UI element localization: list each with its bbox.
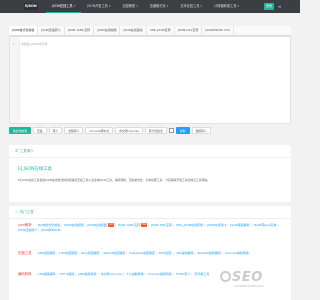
- keep-escape-checkbox[interactable]: [168, 128, 174, 133]
- format-validate-button[interactable]: 格式化校验: [9, 127, 31, 134]
- tool-link[interactable]: JSON在线编辑: [64, 223, 83, 227]
- nav-item-json-tools[interactable]: JSON在线工具▾: [46, 0, 82, 13]
- tool-link[interactable]: XML_JSON在线转换: [176, 223, 203, 227]
- hot-row-json: json解析： JSON格式化校验| JSON在线编辑| JSON在线视图 Ho…: [18, 223, 279, 232]
- category-label: json解析: [18, 223, 32, 227]
- tool-link[interactable]: GBK编码转换: [78, 272, 96, 276]
- tool-link[interactable]: JSON逐层解析: [230, 223, 249, 227]
- tool-link[interactable]: 字符串工具: [194, 272, 209, 276]
- watermark-text: SEO: [232, 270, 263, 285]
- json-input-editor[interactable]: 1 请粘贴入JSON字符串: [9, 36, 291, 124]
- chevron-down-icon: ▾: [166, 4, 169, 8]
- top-navbar: EJSON JSON在线工具▾ JSON开发工具▾ 加密解密▾ 压缩格式化▾ 文…: [0, 0, 300, 13]
- tool-link[interactable]: JSON格式化校验: [38, 223, 60, 227]
- tool-link[interactable]: JSON转EXCEL: [41, 228, 61, 232]
- unescape-button[interactable]: 去除转义: [64, 127, 84, 134]
- tab-format-validate[interactable]: JSON格式化校验: [9, 26, 39, 35]
- category-label: 压缩工具: [18, 251, 32, 255]
- tool-link[interactable]: DES加密解密: [59, 251, 77, 255]
- tool-link[interactable]: 中文转Unicode: [101, 272, 122, 276]
- chevron-down-icon: ▾: [237, 4, 239, 8]
- tool-link[interactable]: JSON XML互转: [151, 223, 172, 227]
- tool-link[interactable]: JSON在线视图: [87, 223, 106, 227]
- login-button[interactable]: 登录: [264, 3, 274, 10]
- tool-link[interactable]: UTF-8编码: [59, 272, 74, 276]
- seo-watermark: SEO GUANGZHOUSEO.COM: [218, 268, 294, 292]
- tool-link[interactable]: RC4加密解密: [82, 251, 100, 255]
- nav-label: 计算器转换工具: [214, 4, 237, 8]
- hot-heading-text: 热门工具: [20, 210, 34, 214]
- chevron-down-icon: ▾: [108, 4, 111, 8]
- tool-link[interactable]: JSON在线对比: [207, 223, 226, 227]
- tool-tabs: JSON格式化校验 JSON压缩转义 JSON YAML互转 JSON在线编辑 …: [9, 26, 291, 36]
- keep-escape-label: 保留转义: [191, 127, 211, 134]
- nav-item-text[interactable]: 文本在线工具▾: [174, 0, 208, 13]
- tool-link[interactable]: MD5加密: [159, 251, 172, 255]
- tool-link[interactable]: AES加密解密: [38, 251, 56, 255]
- tool-link[interactable]: Rabbit加密解密: [103, 251, 125, 255]
- line-number: 1: [13, 42, 15, 46]
- nav-label: 加密解密: [122, 4, 136, 8]
- nav-item-encrypt[interactable]: 加密解密▾: [116, 0, 143, 13]
- tool-link[interactable]: JSON YAML互转: [118, 223, 140, 227]
- tool-link[interactable]: HTML转义: [176, 272, 190, 276]
- document-icon: ☰: [15, 149, 19, 153]
- action-toolbar: 格式化校验 压缩 转义 去除转义 Unicode转中文 中文转Unicode 转…: [9, 127, 211, 134]
- compress-button[interactable]: 压缩: [33, 127, 47, 134]
- tab-json-beautify[interactable]: JSON在线美化: [120, 26, 147, 35]
- copy-button[interactable]: 复制: [175, 127, 190, 134]
- intro-text: EJ JSON在线工具提供JSON在线格式校验和美化压缩工具以及多种JSON工具…: [18, 178, 210, 182]
- hot-row-crypto: 压缩工具： AES加密解密| DES加密解密| RC4加密解密| Rabbit加…: [18, 251, 249, 255]
- hot-badge: Hot: [107, 223, 114, 227]
- nav-label: JSON开发工具: [87, 4, 108, 8]
- intro-title: EJ JSON在线工具: [18, 167, 52, 172]
- chevron-down-icon: ▾: [200, 4, 203, 8]
- main-nav: JSON在线工具▾ JSON开发工具▾ 加密解密▾ 压缩格式化▾ 文本在线工具▾…: [46, 0, 245, 13]
- tool-link[interactable]: Base64编码解码: [198, 251, 221, 255]
- intro-heading: ☰ 工具简介: [9, 145, 291, 158]
- watermark-subtext: GUANGZHOUSEO.COM: [234, 285, 264, 288]
- tab-xml-json[interactable]: XML-JSON互转: [147, 26, 175, 35]
- tool-link[interactable]: URL编码解码: [38, 272, 56, 276]
- tab-json-yaml[interactable]: JSON YAML互转: [65, 26, 95, 35]
- plain-format-button[interactable]: 转为无格式: [144, 127, 167, 134]
- escape-button[interactable]: 转义: [48, 127, 63, 134]
- tab-json-csv[interactable]: JSON-CSV互转: [175, 26, 203, 35]
- intro-card: ☰ 工具简介 EJ JSON在线工具 EJ JSON在线工具提供JSON在线格式校…: [9, 145, 291, 202]
- cn-to-unicode-button[interactable]: 中文转Unicode: [115, 127, 143, 134]
- chevron-down-icon: ▾: [73, 4, 76, 8]
- tool-link[interactable]: URL编码解码: [176, 251, 194, 255]
- hot-heading: ♨ 热门工具: [9, 206, 291, 219]
- category-label: 编码转换: [18, 272, 32, 276]
- tool-link[interactable]: Unicode编码转换: [225, 251, 249, 255]
- hamburger-menu-icon[interactable]: ≡: [278, 4, 282, 9]
- unicode-to-cn-button[interactable]: Unicode转中文: [85, 127, 114, 134]
- tool-link[interactable]: 十六进制转换: [126, 272, 144, 276]
- tab-json-edit[interactable]: JSON在线编辑: [94, 26, 121, 35]
- nav-item-compress[interactable]: 压缩格式化▾: [144, 0, 175, 13]
- line-gutter: 1: [10, 37, 20, 123]
- tab-json-excel[interactable]: JSON/EXCEL CSV: [202, 26, 235, 35]
- nav-label: JSON在线工具: [52, 4, 73, 8]
- editor-placeholder: 请粘贴入JSON字符串: [21, 42, 48, 46]
- site-logo[interactable]: EJSON: [24, 3, 38, 10]
- nav-label: 压缩格式化: [149, 4, 166, 8]
- tool-link[interactable]: JSON压缩转义: [18, 228, 37, 232]
- tab-compress-escape[interactable]: JSON压缩转义: [38, 26, 65, 35]
- intro-heading-text: 工具简介: [20, 149, 34, 153]
- chevron-down-icon: ▾: [136, 4, 138, 8]
- watermark-logo-icon: [220, 271, 231, 282]
- tool-link[interactable]: Unicode编码转换: [148, 272, 172, 276]
- nav-item-calculator[interactable]: 计算器转换工具▾: [208, 0, 245, 13]
- nav-label: 文本在线工具: [180, 4, 200, 8]
- tool-link[interactable]: JSON转Java实体: [254, 223, 277, 227]
- fire-icon: ♨: [15, 210, 19, 214]
- nav-item-json-dev[interactable]: JSON开发工具▾: [81, 0, 116, 13]
- tool-link[interactable]: TripleDes加密解密: [129, 251, 155, 255]
